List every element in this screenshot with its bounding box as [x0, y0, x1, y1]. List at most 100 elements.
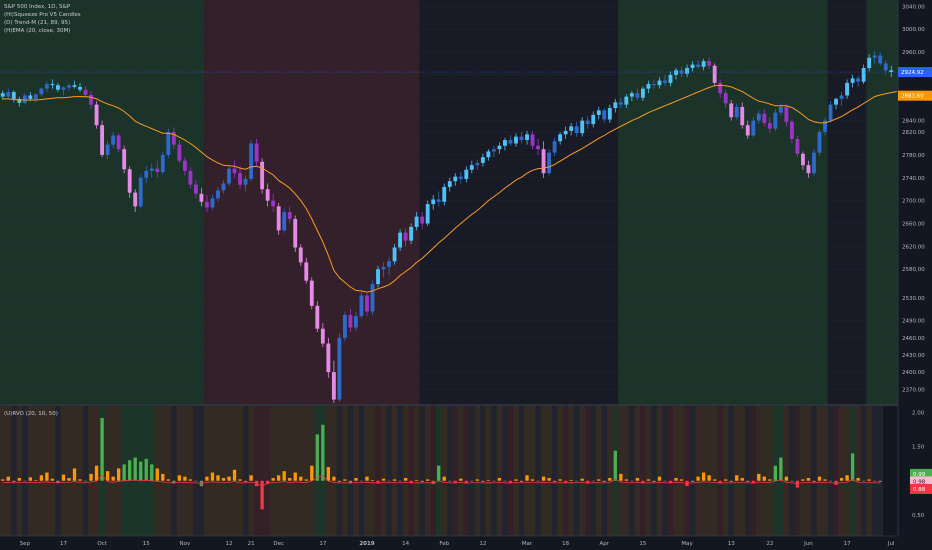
- rvo-zone: [529, 406, 536, 536]
- legend-indicator: (H)EMA (20, close, 30M): [4, 28, 71, 34]
- rvo-bar: [878, 480, 882, 483]
- rvo-bar: [525, 475, 529, 481]
- candle-body: [425, 204, 430, 224]
- rvo-bar: [475, 479, 480, 481]
- rvo-zone: [805, 406, 812, 536]
- trend-zone: [618, 0, 828, 405]
- rvo-zone: [253, 406, 260, 536]
- candle-body: [166, 132, 171, 155]
- rvo-zone: [342, 406, 348, 536]
- rvo-bar: [668, 480, 673, 483]
- rvo-bar: [116, 468, 121, 481]
- candle-body: [674, 70, 678, 75]
- candle-body: [28, 95, 33, 99]
- candle-body: [883, 63, 888, 71]
- rvo-bar: [597, 479, 601, 481]
- rvo-bar: [194, 480, 198, 482]
- candle-body: [337, 337, 342, 400]
- time-tick-label: 15: [639, 541, 646, 547]
- candle-body: [718, 82, 723, 94]
- rvo-zone: [187, 406, 194, 536]
- rvo-zone: [596, 406, 602, 536]
- candle-body: [155, 168, 160, 173]
- rvo-zone: [82, 406, 89, 536]
- rvo-bar: [508, 480, 513, 483]
- rvo-zone: [822, 406, 828, 536]
- rvo-bar: [762, 476, 766, 481]
- candle-body: [778, 106, 783, 113]
- rvo-bar: [845, 475, 849, 481]
- candle-body: [817, 132, 822, 153]
- candle-body: [751, 120, 756, 136]
- price-tick-label: 2530.00: [902, 296, 925, 302]
- rvo-bar: [558, 479, 562, 481]
- candle-body: [618, 102, 623, 105]
- rvo-bar: [310, 465, 314, 481]
- rvo-zone: [413, 406, 420, 536]
- candle-body: [420, 216, 425, 224]
- rvo-bar: [232, 469, 237, 481]
- candle-body: [503, 140, 507, 146]
- rvo-bar: [249, 475, 253, 481]
- rvo-bar: [166, 479, 170, 481]
- rvo-zone: [700, 406, 707, 536]
- rvo-zone: [419, 406, 426, 536]
- rvo-zone: [789, 406, 795, 536]
- rvo-bar: [89, 473, 93, 481]
- rvo-tick-label: 1.50: [912, 445, 925, 451]
- candle-body: [210, 198, 215, 208]
- rvo-zone: [513, 406, 519, 536]
- candle-body: [160, 154, 165, 173]
- rvo-zone: [424, 406, 431, 536]
- rvo-zone: [474, 406, 481, 536]
- time-tick-label: 13: [728, 541, 735, 547]
- rvo-zone: [5, 406, 12, 536]
- candle-body: [243, 178, 248, 185]
- candle-body: [558, 134, 563, 142]
- rvo-zone: [711, 406, 718, 536]
- candle-body: [663, 80, 667, 83]
- candle-body: [342, 314, 347, 338]
- rvo-zone: [358, 406, 365, 536]
- rvo-bar: [111, 476, 115, 481]
- candle-body: [22, 95, 27, 103]
- rvo-bar: [646, 479, 651, 481]
- rvo-zone: [485, 406, 492, 536]
- candle-body: [767, 122, 772, 129]
- rvo-bar: [78, 479, 82, 481]
- legend: S&P 500 Index, 1D, S&P (Hi)Squeeze Pro V…: [4, 3, 81, 35]
- rvo-bar: [100, 417, 104, 481]
- price-label: 2924.92: [901, 70, 924, 76]
- rvo-zone: [0, 406, 6, 536]
- rvo-bar: [569, 480, 573, 481]
- rvo-bar: [459, 478, 463, 481]
- rvo-bar: [746, 480, 750, 483]
- rvo-bar: [696, 476, 700, 481]
- candle-body: [105, 144, 110, 155]
- time-tick-label: Feb: [439, 541, 449, 547]
- candle-body: [61, 87, 66, 90]
- candle-body: [756, 113, 761, 121]
- candle-body: [552, 141, 557, 153]
- rvo-zone: [353, 406, 359, 536]
- time-tick-label: 14: [402, 541, 409, 547]
- rvo-zone: [871, 406, 878, 536]
- time-tick-label: Dec: [273, 541, 284, 547]
- rvo-zone: [540, 406, 547, 536]
- rvo-bar: [779, 457, 783, 481]
- candle-body: [227, 168, 231, 184]
- rvo-zone: [673, 406, 679, 536]
- candle-body: [475, 162, 480, 166]
- candle-body: [812, 152, 816, 174]
- candle-body: [574, 126, 579, 134]
- rvo-bar: [39, 475, 44, 481]
- trend-zone: [827, 0, 867, 405]
- candle-body: [359, 295, 364, 317]
- rvo-zone: [827, 406, 834, 536]
- rvo-bar: [812, 480, 816, 483]
- rvo-zone: [391, 406, 398, 536]
- candle-body: [144, 170, 149, 178]
- candle-body: [845, 82, 850, 96]
- rvo-zone: [573, 406, 580, 536]
- rvo-zone: [629, 406, 635, 536]
